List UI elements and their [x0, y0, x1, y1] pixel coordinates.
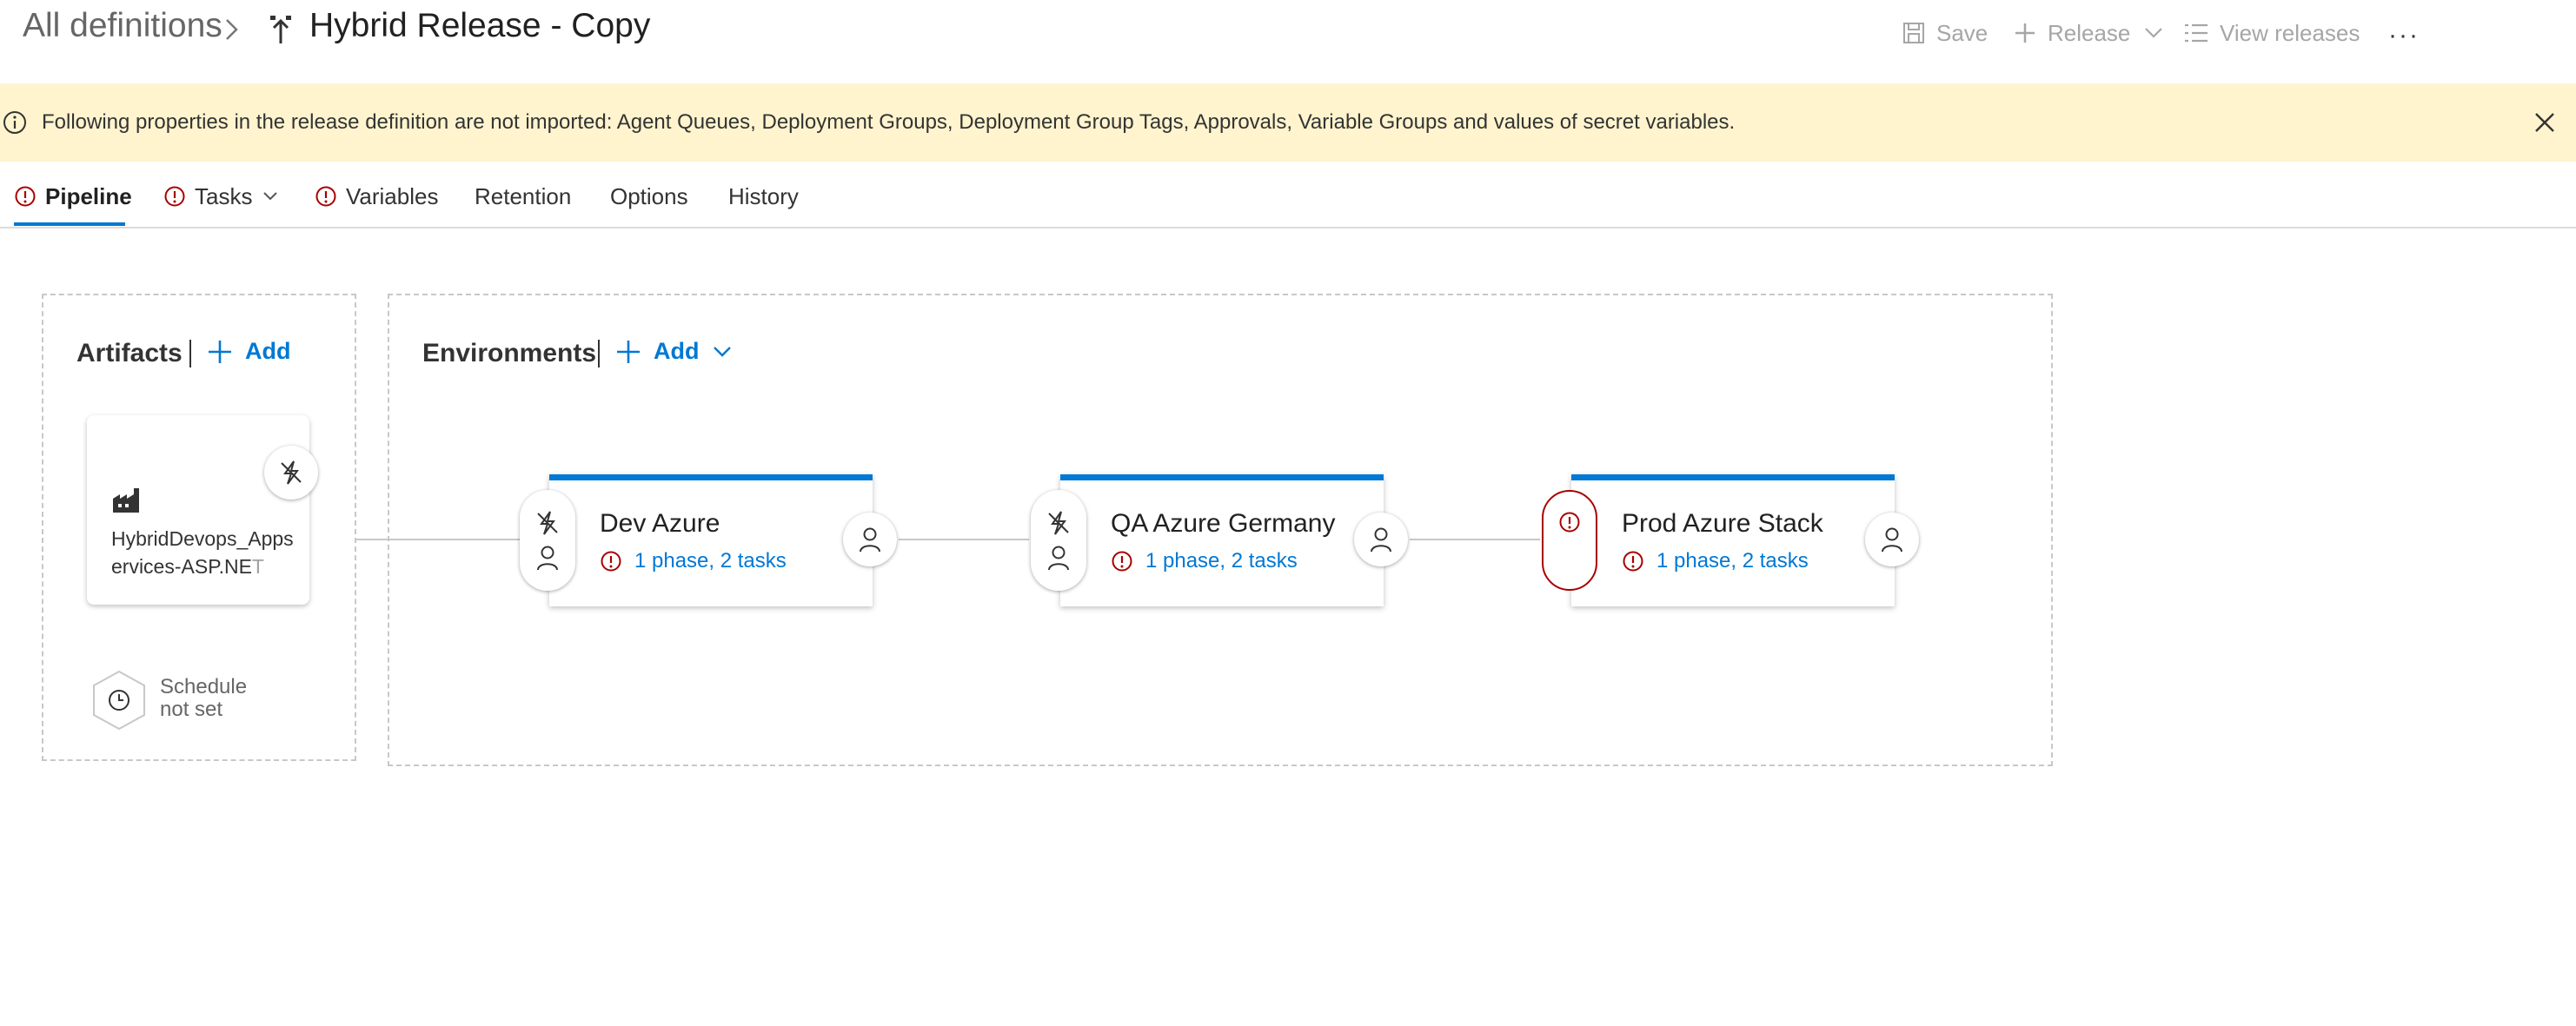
plus-icon: [209, 340, 231, 363]
release-definition-icon: [268, 16, 294, 45]
tab-label: Options: [610, 182, 688, 209]
tab-label: Variables: [346, 182, 439, 209]
plus-icon: [2015, 23, 2035, 43]
breadcrumb-all-definitions[interactable]: All definitions: [23, 7, 222, 45]
person-icon: [1882, 527, 1902, 553]
lightning-icon: [537, 511, 558, 535]
tab-label: History: [728, 182, 799, 209]
connector-line: [899, 539, 1029, 540]
tab-tasks[interactable]: Tasks: [163, 179, 278, 214]
environments-title: Environments: [422, 339, 597, 367]
add-label: Add: [654, 338, 700, 364]
person-icon: [1048, 546, 1069, 571]
schedule-status: Schedule not set: [160, 675, 248, 721]
post-deployment-conditions-button[interactable]: [1865, 513, 1919, 566]
view-releases-label: View releases: [2220, 19, 2360, 46]
divider: [598, 340, 600, 367]
chevron-down-icon: [2145, 28, 2163, 38]
environment-card-dev-azure[interactable]: [549, 474, 873, 606]
error-icon: [15, 186, 36, 207]
tab-label: Tasks: [195, 182, 253, 209]
tab-label: Retention: [475, 182, 572, 209]
tab-history[interactable]: History: [728, 179, 799, 214]
chevron-down-icon: [714, 346, 732, 357]
add-environment-button[interactable]: Add: [615, 338, 732, 365]
artifacts-title: Artifacts: [76, 339, 183, 367]
tab-pipeline[interactable]: Pipeline: [14, 179, 132, 214]
tab-divider: [0, 227, 2576, 228]
tab-retention[interactable]: Retention: [475, 179, 571, 214]
more-actions-button[interactable]: ···: [2388, 21, 2420, 50]
environment-summary-link[interactable]: 1 phase, 2 tasks: [1622, 549, 1809, 573]
environment-summary: 1 phase, 2 tasks: [1656, 549, 1809, 573]
person-icon: [537, 546, 558, 571]
chevron-right-icon: [224, 17, 240, 42]
person-icon: [860, 527, 880, 553]
environment-summary: 1 phase, 2 tasks: [634, 549, 787, 573]
post-deployment-conditions-button[interactable]: [843, 513, 897, 566]
build-artifact-icon: [111, 485, 141, 514]
person-icon: [1371, 527, 1391, 553]
save-label: Save: [1936, 19, 1988, 46]
environment-card-qa-azure-germany[interactable]: [1060, 474, 1384, 606]
pre-deployment-conditions-button[interactable]: [1542, 490, 1597, 591]
add-label: Add: [245, 338, 291, 364]
connector-line: [1410, 539, 1540, 540]
close-icon[interactable]: [2532, 109, 2558, 136]
lightning-icon: [281, 460, 302, 485]
save-icon: [1903, 23, 1924, 43]
release-label: Release: [2048, 19, 2131, 46]
error-icon: [315, 186, 336, 207]
view-releases-button[interactable]: View releases: [2183, 16, 2360, 50]
error-icon: [1623, 551, 1643, 572]
environment-card-prod-azure-stack[interactable]: [1571, 474, 1895, 606]
post-deployment-conditions-button[interactable]: [1354, 513, 1408, 566]
tab-options[interactable]: Options: [610, 179, 688, 214]
error-icon: [164, 186, 185, 207]
error-icon: [1112, 551, 1132, 572]
environment-name[interactable]: QA Azure Germany: [1111, 509, 1335, 539]
save-button[interactable]: Save: [1902, 16, 1988, 50]
divider: [189, 340, 191, 367]
continuous-deployment-trigger-button[interactable]: [264, 446, 318, 500]
lightning-icon: [1048, 511, 1069, 535]
environment-name[interactable]: Prod Azure Stack: [1622, 509, 1823, 539]
release-button[interactable]: Release: [2013, 16, 2163, 50]
error-icon: [1559, 512, 1580, 533]
list-icon: [2185, 23, 2208, 43]
pre-deployment-conditions-button[interactable]: [520, 490, 575, 591]
environment-summary: 1 phase, 2 tasks: [1145, 549, 1298, 573]
active-tab-indicator: [14, 222, 125, 226]
environment-summary-link[interactable]: 1 phase, 2 tasks: [600, 549, 787, 573]
schedule-trigger-button[interactable]: [90, 669, 148, 731]
tab-label: Pipeline: [45, 182, 132, 209]
page-title: Hybrid Release - Copy: [309, 7, 651, 44]
connector-line: [356, 539, 521, 540]
tab-variables[interactable]: Variables: [315, 179, 438, 214]
pre-deployment-conditions-button[interactable]: [1031, 490, 1086, 591]
add-artifact-button[interactable]: Add: [207, 338, 290, 365]
banner-message: Following properties in the release defi…: [42, 110, 1736, 134]
artifact-name: HybridDevops_Appservices-ASP.NET: [111, 527, 294, 578]
environment-name[interactable]: Dev Azure: [600, 509, 720, 539]
info-icon: [2, 109, 28, 136]
environment-summary-link[interactable]: 1 phase, 2 tasks: [1111, 549, 1298, 573]
error-icon: [601, 551, 621, 572]
plus-icon: [617, 340, 640, 363]
chevron-down-icon: [263, 192, 278, 201]
